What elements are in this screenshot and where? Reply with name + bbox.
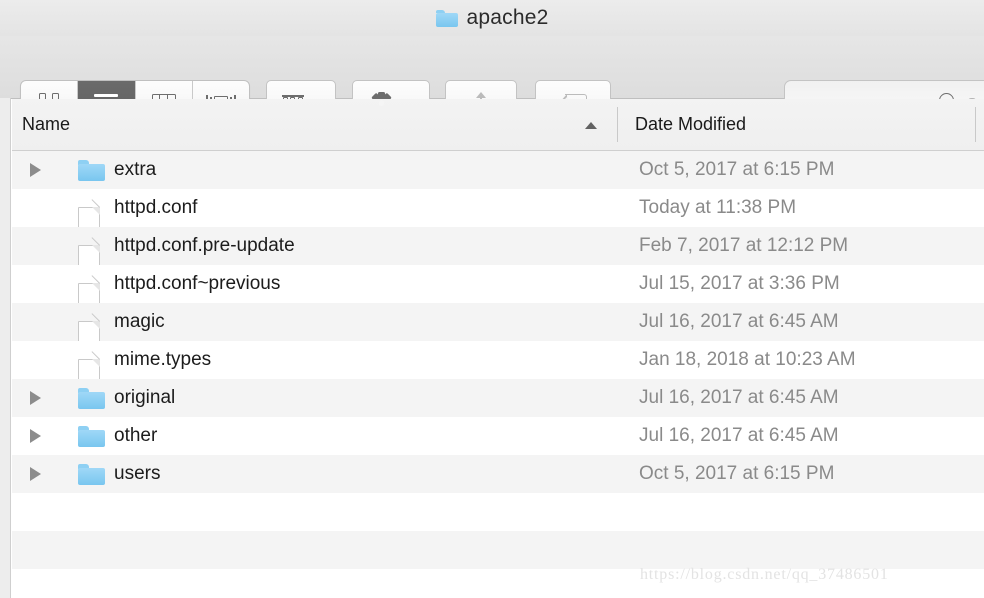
page-title: apache2	[466, 6, 549, 29]
file-date-modified: Jan 18, 2018 at 10:23 AM	[639, 349, 856, 370]
disclosure-triangle-icon[interactable]	[30, 391, 41, 405]
file-name: httpd.conf.pre-update	[114, 235, 295, 256]
table-row[interactable]: extra Oct 5, 2017 at 6:15 PM	[12, 151, 984, 189]
column-header-date-label: Date Modified	[635, 114, 747, 134]
file-date-modified: Jul 16, 2017 at 6:45 AM	[639, 311, 839, 332]
table-row[interactable]: magic Jul 16, 2017 at 6:45 AM	[12, 303, 984, 348]
finder-window: apache2 Name Date Modified extra Oct 5, …	[0, 0, 984, 598]
sidebar-edge	[0, 98, 11, 598]
window-title-group: apache2	[435, 6, 549, 30]
file-date-modified: Oct 5, 2017 at 6:15 PM	[639, 159, 835, 180]
table-row-empty	[12, 493, 984, 531]
file-date-modified: Jul 16, 2017 at 6:45 AM	[639, 387, 839, 408]
file-name: other	[114, 425, 158, 446]
column-header-name-label: Name	[22, 114, 71, 134]
file-name: extra	[114, 159, 157, 180]
disclosure-triangle-icon[interactable]	[30, 163, 41, 177]
file-name: mime.types	[114, 349, 212, 370]
file-name: httpd.conf	[114, 197, 198, 218]
file-name: httpd.conf~previous	[114, 273, 281, 294]
title-bar: apache2	[0, 0, 984, 36]
folder-icon	[78, 388, 105, 409]
file-name: users	[114, 463, 161, 484]
table-row-empty	[12, 531, 984, 569]
column-divider[interactable]	[975, 107, 976, 142]
table-row[interactable]: httpd.conf~previous Jul 15, 2017 at 3:36 …	[12, 265, 984, 310]
table-row[interactable]: other Jul 16, 2017 at 6:45 AM	[12, 417, 984, 455]
column-header-date-modified[interactable]: Date Modified	[618, 99, 746, 150]
file-date-modified: Jul 15, 2017 at 3:36 PM	[639, 273, 840, 294]
file-date-modified: Jul 16, 2017 at 6:45 AM	[639, 425, 839, 446]
chevron-up-icon	[585, 121, 597, 129]
disclosure-triangle-icon[interactable]	[30, 429, 41, 443]
file-name: original	[114, 387, 176, 408]
table-row[interactable]: httpd.conf Today at 11:38 PM	[12, 189, 984, 234]
column-header-row: Name Date Modified	[12, 99, 984, 151]
file-date-modified: Oct 5, 2017 at 6:15 PM	[639, 463, 835, 484]
folder-icon	[78, 426, 105, 447]
column-header-name[interactable]: Name	[12, 99, 617, 150]
toolbar: Search	[0, 36, 984, 126]
table-row[interactable]: original Jul 16, 2017 at 6:45 AM	[12, 379, 984, 417]
folder-icon	[78, 160, 105, 181]
folder-icon	[435, 9, 458, 27]
disclosure-triangle-icon[interactable]	[30, 467, 41, 481]
table-row[interactable]: users Oct 5, 2017 at 6:15 PM	[12, 455, 984, 493]
folder-icon	[78, 464, 105, 485]
file-date-modified: Today at 11:38 PM	[639, 197, 797, 218]
table-row[interactable]: httpd.conf.pre-update Feb 7, 2017 at 12:1…	[12, 227, 984, 272]
file-name: magic	[114, 311, 165, 332]
table-row-empty	[12, 569, 984, 598]
file-list[interactable]: extra Oct 5, 2017 at 6:15 PM httpd.conf Tod…	[12, 151, 984, 598]
file-date-modified: Feb 7, 2017 at 12:12 PM	[639, 235, 849, 256]
table-row[interactable]: mime.types Jan 18, 2018 at 10:23 AM	[12, 341, 984, 386]
